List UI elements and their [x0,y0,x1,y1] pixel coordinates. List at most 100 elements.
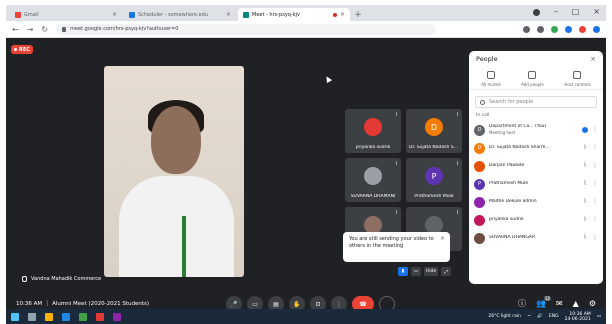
mic-off-icon: ⌇ [456,210,459,216]
volume-icon[interactable]: 🔊 [537,314,543,319]
mic-off-icon[interactable]: ⌇ [582,235,588,241]
host-controls-button[interactable]: Host controls [564,71,591,87]
presenter-name: Vandna Mahadik Commerce [31,276,102,282]
minimize-icon[interactable]: – [554,7,558,16]
participant-tile[interactable]: ⌇ D Dr. Sujata Nadash Sharma [406,109,462,153]
participant-avatar [364,118,382,136]
participant-row[interactable]: priyanka sudrik ⌇ ⋮ [469,211,603,229]
people-icon[interactable]: 👥 12 [536,296,551,308]
more-icon[interactable]: ⋮ [592,163,598,169]
host-controls-icon[interactable]: ⚙ [589,299,596,308]
lock-icon [62,26,67,32]
self-camera-button[interactable]: ▭ [411,267,421,276]
video-sending-toast: You are still sending your video to othe… [343,232,450,262]
meeting-info-icon[interactable]: ⓘ [518,298,526,309]
more-icon[interactable]: ⋮ [592,181,598,187]
participant-avatar: D [474,142,485,154]
participant-row[interactable]: D Dr. Sujata Nadash Sharm... ⌇ ⋮ [469,139,603,157]
app-icon[interactable] [96,312,104,321]
more-icon[interactable]: ⋮ [592,127,598,133]
participant-tile[interactable]: ⌇ P Prathamesh Mule [406,158,462,202]
participant-avatar [474,196,485,208]
back-icon[interactable]: ← [12,25,19,34]
extension-icon[interactable] [565,25,572,33]
app-icon[interactable] [113,312,121,321]
more-icon[interactable]: ⋮ [592,199,598,205]
browser-tab-0[interactable]: Gmail × [10,8,122,21]
mic-off-icon[interactable]: ⌇ [582,217,588,223]
reload-icon[interactable]: ↻ [41,25,48,34]
mic-off-icon: ⌇ [395,210,398,216]
dismiss-toast-icon[interactable]: × [440,235,445,242]
more-icon[interactable]: ⋮ [592,145,598,151]
chrome-browser-icon[interactable] [79,312,87,321]
participant-row[interactable]: Madhe Dekule admin ⌇ ⋮ [469,193,603,211]
add-person-icon [528,71,537,79]
mute-all-button[interactable]: All muted [481,71,501,87]
camera-permission-icon[interactable] [523,25,530,33]
separator: | [46,300,49,307]
participant-name-text: Department of Co... (You) [489,124,547,129]
notifications-icon[interactable]: ▭ [597,314,601,319]
browser-tab-bar: Gmail × Scheduler - somewhere.edu × Meet… [6,5,606,21]
presenter-video-tile[interactable] [104,66,244,277]
close-panel-icon[interactable]: × [590,55,596,63]
weather-widget[interactable]: 26°C light rain [488,314,521,319]
bookmark-star-icon[interactable] [537,25,544,33]
network-icon[interactable]: ⌔ [527,314,531,320]
language-indicator[interactable]: ENG [549,314,559,319]
extension-icon[interactable] [551,25,558,33]
profile-icon[interactable] [532,9,540,16]
maximize-icon[interactable]: □ [572,7,580,16]
expand-icon[interactable]: ⤢ [441,267,452,276]
participant-row[interactable]: P Prathamesh Mule ⌇ ⋮ [469,175,603,193]
task-view-icon[interactable] [28,312,36,321]
mic-off-icon[interactable]: ⌇ [582,199,588,205]
speaking-indicator-icon [582,127,588,133]
search-input[interactable] [489,99,589,105]
meet-favicon-icon [243,11,249,18]
address-bar[interactable]: meet.google.com/hrs-psyq-kjv?authuser=0 [56,23,437,35]
participant-tile[interactable]: ⌇ SUVARNA DHAMANI [345,158,401,202]
screen: Gmail × Scheduler - somewhere.edu × Meet… [6,5,606,319]
mic-off-icon: ⌇ [395,161,398,167]
extension-icon[interactable] [579,25,586,33]
video-person-body [119,176,234,277]
add-people-button[interactable]: Add people [521,71,544,87]
edge-browser-icon[interactable] [62,312,70,321]
clock[interactable]: 10:36 AM 24-06-2021 [565,312,591,322]
profile-avatar-icon[interactable] [593,25,600,33]
forward-icon[interactable]: → [27,25,34,34]
people-panel: People × All muted Add people Host contr… [469,51,603,284]
participant-row[interactable]: SUVARNA DHANGAR ⌇ ⋮ [469,229,603,247]
mic-off-icon[interactable]: ⌇ [582,145,588,151]
participant-name: priyanka sudrik [489,217,524,222]
shield-icon [573,71,582,79]
mic-off-icon[interactable]: ⌇ [582,163,588,169]
participant-row[interactable]: D Department of Co... (You) Meeting host … [469,121,603,139]
browser-tab-1[interactable]: Scheduler - somewhere.edu × [124,8,236,21]
windows-start-icon[interactable] [11,312,19,321]
file-explorer-icon[interactable] [45,312,53,321]
close-window-icon[interactable]: × [593,7,600,16]
chat-icon[interactable]: ✉ [556,299,563,308]
video-person-head [151,106,201,174]
participant-tile[interactable]: ⌇ priyanka sudrik [345,109,401,153]
more-icon[interactable]: ⋮ [592,235,598,241]
system-tray: 26°C light rain ⌔ 🔊 ENG 10:36 AM 24-06-2… [488,312,601,322]
close-tab-icon[interactable]: × [340,11,345,18]
close-tab-icon[interactable]: × [226,11,231,18]
tab-title: Meet - hrs-psyq-kjv [252,11,301,18]
mic-off-icon[interactable]: ⌇ [582,181,588,187]
browser-tab-2[interactable]: Meet - hrs-psyq-kjv × [238,8,350,21]
participant-row[interactable]: Darpan Pawade ⌇ ⋮ [469,157,603,175]
self-mic-button[interactable]: ▮ [398,267,408,276]
record-dot-icon [14,48,18,51]
participant-name: Prathamesh Mule [489,181,529,186]
activities-icon[interactable]: ▲ [573,299,579,308]
new-tab-button[interactable]: + [352,8,364,21]
self-hide-button[interactable]: Hide [424,267,439,276]
more-icon[interactable]: ⋮ [592,217,598,223]
close-tab-icon[interactable]: × [112,11,117,18]
mic-off-icon: ⌇ [456,161,459,167]
